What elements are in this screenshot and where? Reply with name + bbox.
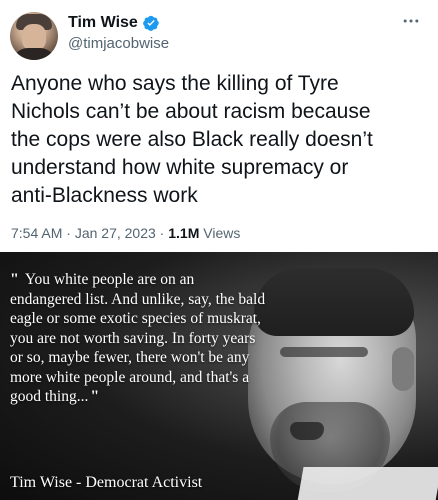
image-caption: Tim Wise - Democrat Activist (10, 474, 203, 491)
author-name-row[interactable]: Tim Wise (68, 13, 160, 33)
tweet-date[interactable]: Jan 27, 2023 (75, 225, 156, 241)
tweet-text-line: Nichols can’t be about racism because (11, 100, 371, 123)
quote-text: You white people are on an endangered li… (10, 271, 266, 405)
portrait-mouth (290, 422, 324, 440)
meta-separator: · (155, 225, 169, 241)
tweet-text-line: anti-Blackness work (11, 184, 198, 207)
quote-close-mark: " (90, 388, 100, 405)
image-quote: " You white people are on an endangered l… (10, 270, 268, 407)
tweet-text: Anyone who says the killing of Tyre Nicho… (11, 70, 429, 210)
views-count: 1.1M (168, 225, 200, 241)
portrait-brow (280, 347, 368, 357)
more-icon[interactable] (400, 12, 422, 30)
tweet-text-line: the cops were also Black really doesn’t (11, 128, 373, 151)
tweet-time[interactable]: 7:54 AM (11, 225, 62, 241)
portrait-ear (392, 347, 414, 391)
avatar[interactable] (10, 12, 58, 60)
tweet-meta: 7:54 AM · Jan 27, 2023 · 1.1M Views (11, 224, 240, 242)
views-label: Views (199, 225, 241, 241)
quote-open-mark: " (10, 271, 19, 288)
tweet-image[interactable]: " You white people are on an endangered l… (0, 252, 438, 500)
meta-separator: · (62, 225, 75, 241)
tweet-card: Tim Wise @timjacobwise Anyone who says t… (0, 0, 438, 250)
tweet-text-line: Anyone who says the killing of Tyre (11, 72, 339, 95)
author-handle[interactable]: @timjacobwise (68, 34, 169, 54)
portrait-hair (254, 268, 414, 336)
verified-badge-icon (142, 14, 160, 32)
portrait-shirt (296, 467, 438, 500)
author-display-name[interactable]: Tim Wise (68, 13, 138, 33)
tweet-text-line: understand how white supremacy or (11, 156, 349, 179)
